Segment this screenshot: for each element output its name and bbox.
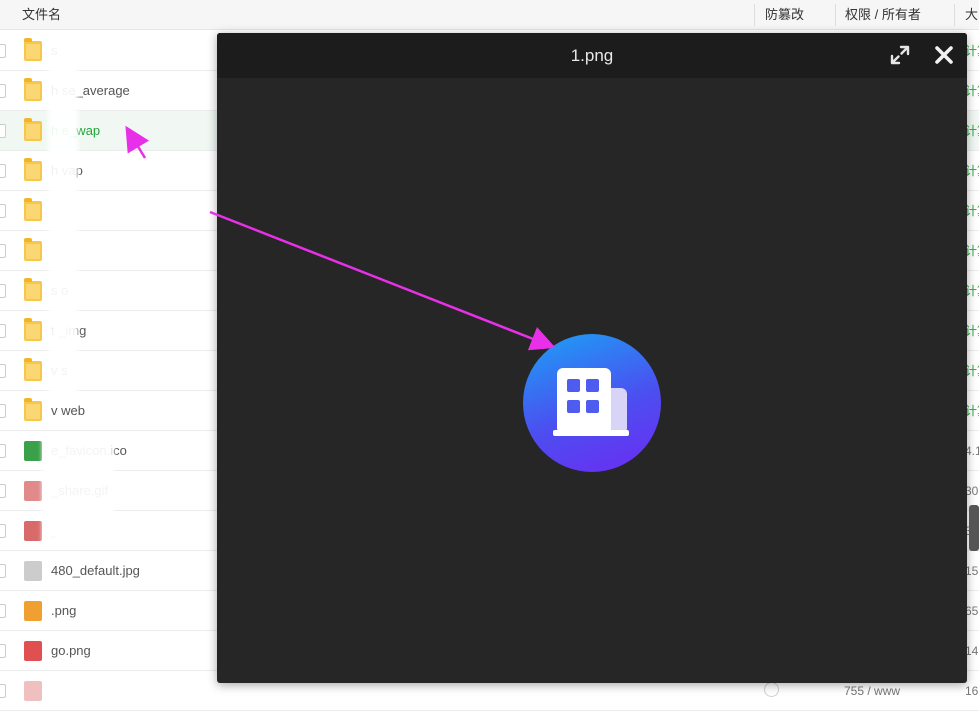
folder-icon — [24, 318, 42, 341]
folder-icon — [24, 198, 42, 221]
folder-icon — [24, 118, 42, 141]
scrollbar-thumb[interactable] — [969, 505, 979, 551]
file-name[interactable]: .png — [51, 591, 76, 631]
folder-icon — [24, 358, 42, 381]
file-name[interactable]: v web — [51, 391, 85, 431]
folder-icon — [24, 238, 42, 261]
row-checkbox[interactable] — [0, 684, 6, 698]
redaction-patch — [56, 520, 116, 540]
row-checkbox[interactable] — [0, 84, 6, 98]
column-divider — [835, 4, 836, 26]
file-size: 4.1 — [965, 444, 979, 458]
building-logo-image — [523, 334, 661, 472]
close-icon[interactable] — [933, 44, 955, 66]
file-table-header: 文件名 防篡改 权限 / 所有者 大 — [0, 0, 979, 30]
row-checkbox[interactable] — [0, 524, 6, 538]
expand-icon[interactable] — [889, 44, 911, 66]
file-name[interactable]: 480_default.jpg — [51, 551, 140, 591]
row-checkbox[interactable] — [0, 644, 6, 658]
column-header-size[interactable]: 大 — [965, 0, 978, 30]
size-calculate-link[interactable]: 计算 — [965, 151, 979, 191]
file-size: 65. — [965, 604, 979, 618]
row-checkbox[interactable] — [0, 484, 6, 498]
image-file-icon — [24, 481, 42, 501]
row-checkbox[interactable] — [0, 204, 6, 218]
viewer-image-area — [217, 78, 967, 683]
size-calculate-link[interactable]: 计算 — [965, 231, 979, 271]
size-calculate-link[interactable]: 计算 — [965, 311, 979, 351]
row-checkbox[interactable] — [0, 164, 6, 178]
file-name[interactable]: go.png — [51, 631, 91, 671]
file-size: 14. — [965, 644, 979, 658]
row-checkbox[interactable] — [0, 364, 6, 378]
image-file-icon — [24, 641, 42, 661]
image-file-icon — [24, 681, 42, 701]
folder-icon — [24, 158, 42, 181]
row-checkbox[interactable] — [0, 564, 6, 578]
viewer-titlebar: 1.png — [217, 33, 967, 78]
folder-icon — [24, 78, 42, 101]
size-calculate-link[interactable]: 计算 — [965, 111, 979, 151]
size-calculate-link[interactable]: 计算 — [965, 31, 979, 71]
column-divider — [754, 4, 755, 26]
size-calculate-link[interactable]: 计算 — [965, 191, 979, 231]
row-checkbox[interactable] — [0, 404, 6, 418]
image-file-icon — [24, 601, 42, 621]
viewer-title: 1.png — [570, 46, 614, 65]
row-checkbox[interactable] — [0, 604, 6, 618]
size-calculate-link[interactable]: 计算 — [965, 71, 979, 111]
size-calculate-link[interactable]: 计算 — [965, 351, 979, 391]
size-calculate-link[interactable]: 计算 — [965, 391, 979, 431]
row-checkbox[interactable] — [0, 44, 6, 58]
column-header-name[interactable]: 文件名 — [22, 0, 61, 30]
column-divider — [954, 4, 955, 26]
image-viewer-modal: 1.png — [217, 33, 967, 683]
size-calculate-link[interactable]: 计算 — [965, 271, 979, 311]
column-header-protect[interactable]: 防篡改 — [765, 0, 804, 30]
file-size: 15. — [965, 564, 979, 578]
row-checkbox[interactable] — [0, 244, 6, 258]
file-size: 16. — [965, 684, 979, 698]
folder-icon — [24, 398, 42, 421]
folder-icon — [24, 38, 42, 61]
building-icon — [553, 368, 629, 436]
image-file-icon — [24, 561, 42, 581]
column-header-permission[interactable]: 权限 / 所有者 — [845, 0, 921, 30]
row-checkbox[interactable] — [0, 284, 6, 298]
redaction-patch — [48, 36, 78, 396]
row-checkbox[interactable] — [0, 324, 6, 338]
folder-icon — [24, 278, 42, 301]
image-file-icon — [24, 521, 42, 541]
row-checkbox[interactable] — [0, 124, 6, 138]
row-checkbox[interactable] — [0, 444, 6, 458]
image-file-icon — [24, 441, 42, 461]
